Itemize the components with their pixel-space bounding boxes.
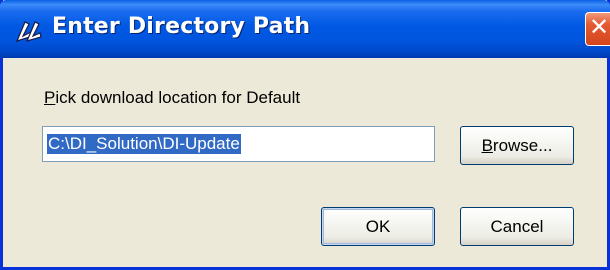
browse-button-label: rowse... [492,135,553,155]
title-bar[interactable]: Enter Directory Path ✕ [0,0,610,58]
browse-button-mnemonic: B [481,135,493,155]
cancel-button[interactable]: Cancel [460,207,574,246]
path-input-value: C:\DI_Solution\DI-Update [47,134,241,154]
close-button[interactable]: ✕ [585,12,610,46]
prompt-label-text: ick download location for Default [55,88,301,107]
dialog-window: Enter Directory Path ✕ Pick download loc… [0,0,610,270]
prompt-label: Pick download location for Default [44,88,300,108]
app-icon [15,21,42,42]
ok-button-label: OK [365,216,391,236]
path-input[interactable]: C:\DI_Solution\DI-Update [42,126,435,162]
prompt-label-mnemonic: P [44,88,56,107]
close-icon: ✕ [588,14,610,41]
window-title: Enter Directory Path [52,14,311,39]
cancel-button-label: Cancel [490,216,544,236]
ok-button[interactable]: OK [321,207,435,246]
browse-button[interactable]: Browse... [460,126,574,165]
